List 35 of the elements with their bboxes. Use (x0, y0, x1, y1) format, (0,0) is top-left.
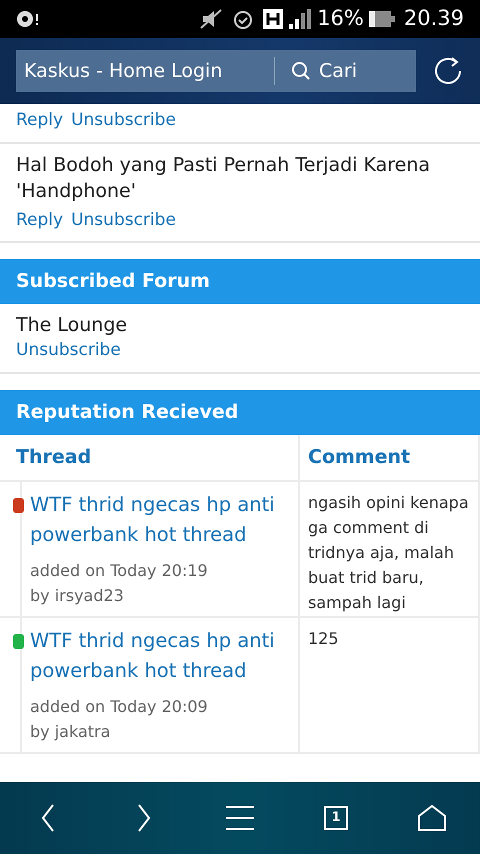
thread-action-link[interactable]: Reply (16, 108, 64, 134)
clock: 20.39 (404, 5, 464, 32)
address-bar[interactable]: Kaskus - Home Login Cari (16, 50, 416, 92)
author: by jakatra (30, 720, 112, 742)
thread-action-link[interactable]: Reply (16, 208, 64, 233)
comment-text: ngasih opini kenapa ga comment di tridnya aja, malah buat trid baru, sampah lagi (308, 492, 470, 614)
network-icon (263, 7, 314, 31)
page-title: Kaskus - Home Login (24, 58, 224, 84)
section-header: Reputation Recieved (0, 390, 480, 434)
forum-name: The Lounge (16, 313, 128, 338)
column-header: Comment (300, 434, 480, 482)
battery-icon (368, 10, 396, 28)
search-label[interactable]: Cari (319, 56, 357, 86)
mute-icon (199, 8, 224, 30)
comment-text: 125 (308, 628, 340, 650)
section-header: Subscribed Forum (0, 259, 480, 304)
tab-count[interactable]: 1 (324, 806, 348, 830)
refresh-icon[interactable] (432, 55, 464, 87)
column-header: Thread (0, 434, 300, 482)
thread-title: Hal Bodoh yang Pasti Pernah Terjadi Karena 'Handphone' (16, 152, 432, 204)
author: by irsyad23 (30, 584, 125, 606)
home-icon[interactable] (417, 804, 447, 832)
back-icon[interactable] (40, 803, 56, 833)
added-date: added on Today 20:19 (30, 560, 209, 582)
added-date: added on Today 20:09 (30, 696, 209, 718)
forward-icon[interactable] (136, 803, 152, 833)
menu-icon[interactable] (225, 805, 255, 831)
thread-action-link[interactable]: Unsubscribe (71, 108, 176, 134)
notification-icon (16, 9, 40, 29)
thread-link[interactable]: WTF thrid ngecas hp anti powerbank hot thread (30, 490, 298, 550)
unsubscribe-link[interactable]: Unsubscribe (16, 340, 121, 360)
search-icon[interactable] (291, 61, 311, 81)
battery-percent: 16% (317, 5, 364, 32)
thread-link[interactable]: WTF thrid ngecas hp anti powerbank hot thread (30, 626, 298, 686)
thread-action-link[interactable]: Unsubscribe (71, 208, 176, 233)
